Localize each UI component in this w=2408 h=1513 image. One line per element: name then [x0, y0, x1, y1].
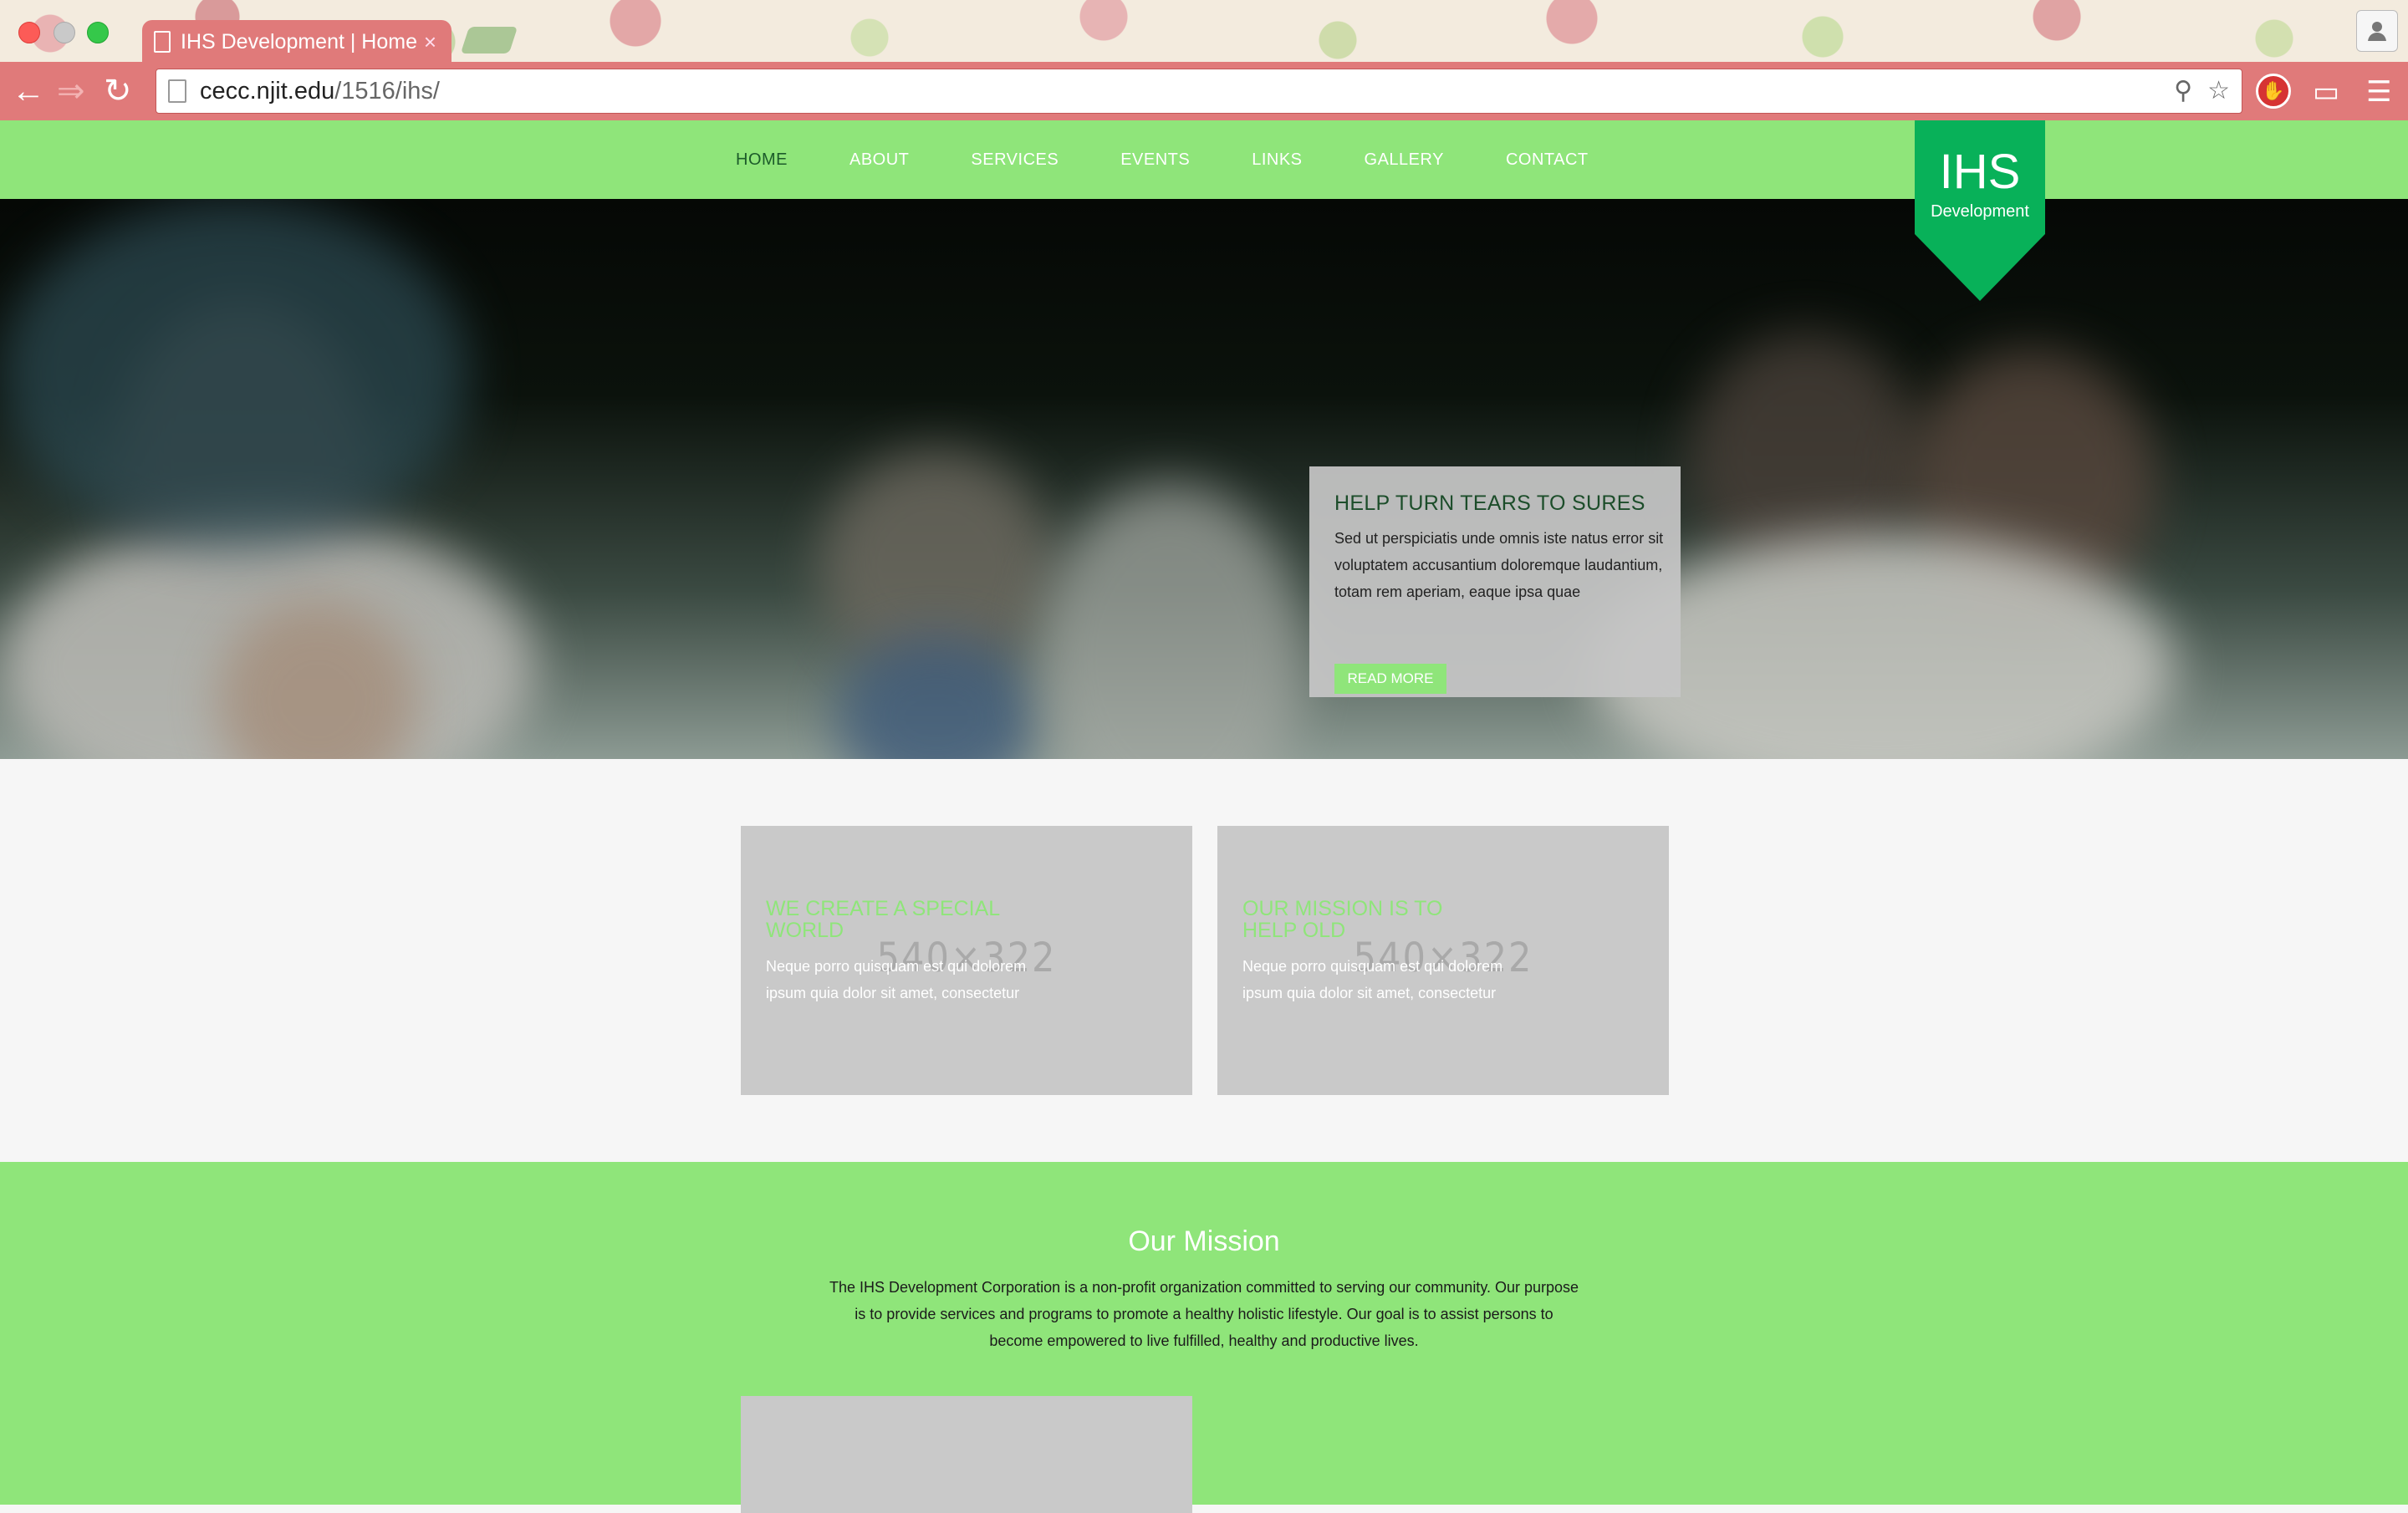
logo-title: IHS: [1939, 145, 2021, 199]
mission-section: Our Mission The IHS Development Corporat…: [0, 1162, 2408, 1513]
feature-text: Neque porro quisquam est qui dolorem ips…: [1242, 958, 1503, 1001]
reload-icon[interactable]: ↻: [104, 72, 132, 110]
mission-title: Our Mission: [1128, 1225, 1280, 1257]
adblock-extension-icon[interactable]: ✋: [2256, 74, 2291, 109]
menu-icon[interactable]: ☰: [2366, 75, 2391, 109]
hero-photo-figure: [1037, 483, 1304, 759]
cast-icon[interactable]: ▭: [2313, 75, 2339, 109]
feature-card[interactable]: 540×322 OUR MISSION IS TO HELP OLD Neque…: [1217, 826, 1669, 1095]
nav-contact[interactable]: CONTACT: [1506, 150, 1589, 170]
mission-text: The IHS Development Corporation is a non…: [829, 1279, 1579, 1349]
browser-tab-active[interactable]: IHS Development | Home ×: [142, 20, 452, 64]
page-icon: [154, 31, 171, 53]
tab-title: IHS Development | Home: [181, 29, 417, 53]
read-more-button[interactable]: READ MORE: [1334, 664, 1446, 694]
hero-photo-figure: [0, 199, 468, 550]
feature-text: Neque porro quisquam est qui dolorem ips…: [766, 958, 1027, 1001]
new-tab-button[interactable]: [460, 27, 518, 53]
main-nav: HOME ABOUT SERVICES EVENTS LINKS GALLERY…: [736, 120, 1650, 199]
feature-title: OUR MISSION IS TO HELP OLD: [1242, 897, 1443, 942]
hero-title: HELP TURN TEARS TO SURES: [1334, 492, 1645, 515]
site-header: HOME ABOUT SERVICES EVENTS LINKS GALLERY…: [0, 120, 2408, 199]
maximize-window-button[interactable]: [87, 22, 109, 43]
nav-gallery[interactable]: GALLERY: [1365, 150, 1444, 170]
close-tab-icon[interactable]: ×: [424, 29, 436, 55]
browser-tabstrip: IHS Development | Home ×: [0, 0, 2408, 64]
person-icon[interactable]: [2356, 10, 2398, 52]
nav-about[interactable]: ABOUT: [849, 150, 909, 170]
nav-services[interactable]: SERVICES: [971, 150, 1059, 170]
address-bar[interactable]: cecc.njit.edu/1516/ihs/ ⚲ ☆: [156, 69, 2242, 114]
mission-image-placeholder: [741, 1396, 1192, 1513]
bookmark-star-icon[interactable]: ☆: [2207, 76, 2230, 105]
url-path: /1516/ihs/: [334, 77, 440, 104]
close-window-button[interactable]: [18, 22, 40, 43]
feature-title: WE CREATE A SPECIAL WORLD: [766, 897, 1000, 942]
page-info-icon[interactable]: [168, 79, 186, 103]
nav-events[interactable]: EVENTS: [1120, 150, 1190, 170]
hero-banner: HELP TURN TEARS TO SURES Sed ut perspici…: [0, 199, 2408, 759]
zoom-icon[interactable]: ⚲: [2174, 76, 2192, 105]
nav-links[interactable]: LINKS: [1252, 150, 1302, 170]
hero-callout: HELP TURN TEARS TO SURES Sed ut perspici…: [1309, 466, 1681, 697]
hero-text: Sed ut perspiciatis unde omnis iste natu…: [1334, 530, 1664, 600]
url-host: cecc.njit.edu: [200, 77, 335, 104]
forward-arrow-icon[interactable]: ⇒: [57, 72, 85, 110]
feature-card[interactable]: 540×322 WE CREATE A SPECIAL WORLD Neque …: [741, 826, 1192, 1095]
features-section: 540×322 WE CREATE A SPECIAL WORLD Neque …: [0, 759, 2408, 1162]
minimize-window-button[interactable]: [54, 22, 75, 43]
ihs-logo[interactable]: IHS Development: [1915, 120, 2045, 301]
logo-subtitle: Development: [1931, 202, 2029, 221]
nav-home[interactable]: HOME: [736, 150, 788, 170]
back-arrow-icon[interactable]: ←: [12, 72, 45, 110]
browser-toolbar: ← ⇒ ↻ cecc.njit.edu/1516/ihs/ ⚲ ☆ ✋ ▭ ☰: [0, 62, 2408, 120]
